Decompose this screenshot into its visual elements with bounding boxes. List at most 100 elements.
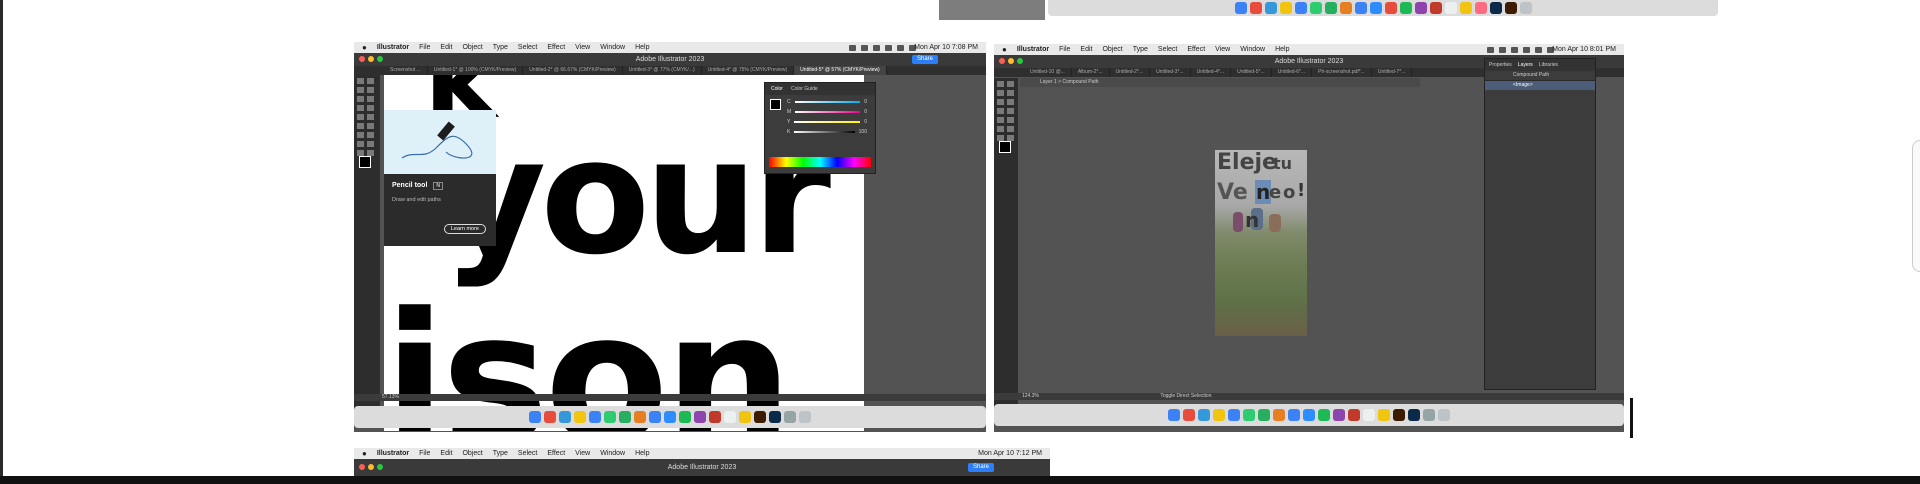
photoshop-icon[interactable] bbox=[1408, 409, 1420, 421]
apple-icon[interactable]: ● bbox=[1002, 45, 1007, 54]
tray-icon[interactable] bbox=[1511, 46, 1518, 53]
launchpad-icon[interactable] bbox=[1183, 409, 1195, 421]
line-tool-icon[interactable] bbox=[367, 96, 374, 102]
channel-value[interactable]: 0 bbox=[864, 109, 867, 115]
trash-icon[interactable] bbox=[1438, 409, 1450, 421]
doc-tab[interactable]: Album-2*... bbox=[1072, 68, 1110, 77]
finder-icon[interactable] bbox=[1234, 2, 1247, 14]
tab-properties[interactable]: Properties bbox=[1489, 62, 1512, 68]
zoom-button[interactable] bbox=[1017, 58, 1023, 64]
width-tool-icon[interactable] bbox=[357, 132, 364, 138]
zoom-level[interactable]: 124.3% bbox=[1022, 393, 1039, 399]
fill-swatch[interactable] bbox=[999, 141, 1011, 153]
apple-icon[interactable]: ● bbox=[362, 43, 367, 52]
doc-tab[interactable]: Untitled-3*... bbox=[1150, 68, 1191, 77]
learn-more-button[interactable]: Learn more bbox=[443, 224, 486, 234]
menu-object[interactable]: Object bbox=[462, 44, 482, 51]
fill-swatch[interactable] bbox=[359, 156, 371, 168]
rotate-tool-icon[interactable] bbox=[997, 126, 1004, 132]
appstore-icon[interactable] bbox=[1288, 409, 1300, 421]
rectangle-tool-icon[interactable] bbox=[357, 105, 364, 111]
scale-tool-icon[interactable] bbox=[367, 123, 374, 129]
slider-track[interactable] bbox=[795, 111, 861, 113]
menu-view[interactable]: View bbox=[1215, 46, 1230, 53]
mail-icon[interactable] bbox=[1228, 409, 1240, 421]
layer-row[interactable]: Compound Path bbox=[1485, 71, 1595, 81]
chrome-icon[interactable] bbox=[1279, 2, 1292, 14]
illustrator-icon[interactable] bbox=[754, 411, 766, 423]
pencil-tool-icon[interactable] bbox=[367, 105, 374, 111]
rectangle-tool-icon[interactable] bbox=[997, 108, 1004, 114]
menu-window[interactable]: Window bbox=[600, 44, 625, 51]
safari-icon[interactable] bbox=[559, 411, 571, 423]
breadcrumb[interactable]: Layer 1 > Compound Path bbox=[1020, 78, 1420, 87]
tray-icon[interactable] bbox=[897, 44, 904, 51]
messages-icon[interactable] bbox=[1324, 2, 1337, 14]
doc-tab[interactable]: Untitled-2*... bbox=[1110, 68, 1151, 77]
music-icon[interactable] bbox=[1474, 2, 1487, 14]
zoom-button[interactable] bbox=[377, 464, 383, 470]
illustrator-icon[interactable] bbox=[1393, 409, 1405, 421]
doc-tab[interactable]: Untitled-1* @ 100% (CMYK/Preview) bbox=[428, 66, 524, 75]
trash-icon[interactable] bbox=[1519, 2, 1532, 14]
spotify-icon[interactable] bbox=[1318, 409, 1330, 421]
launchpad-icon[interactable] bbox=[1249, 2, 1262, 14]
chrome-icon-2[interactable] bbox=[1384, 2, 1397, 14]
shape-builder-icon[interactable] bbox=[1007, 135, 1014, 141]
apple-icon[interactable]: ● bbox=[362, 449, 367, 458]
notes-icon[interactable] bbox=[1363, 409, 1375, 421]
menu-edit[interactable]: Edit bbox=[1080, 46, 1092, 53]
doc-tab[interactable]: Untitled-10 @... bbox=[994, 68, 1072, 77]
hand-tool-icon[interactable] bbox=[357, 150, 364, 156]
doc-tab[interactable]: Untitled-6*... bbox=[1272, 68, 1313, 77]
zoom-button[interactable] bbox=[377, 56, 383, 62]
selection-tool-icon[interactable] bbox=[997, 81, 1004, 87]
channel-value[interactable]: 100 bbox=[859, 129, 867, 135]
slider-track[interactable] bbox=[794, 131, 855, 133]
finder-icon[interactable] bbox=[529, 411, 541, 423]
mail-icon[interactable] bbox=[1294, 2, 1307, 14]
menu-view[interactable]: View bbox=[575, 44, 590, 51]
minimize-button[interactable] bbox=[368, 56, 374, 62]
doc-tab[interactable]: Screenshot ... bbox=[354, 66, 428, 75]
menu-type[interactable]: Type bbox=[1133, 46, 1148, 53]
appstore-icon[interactable] bbox=[1354, 2, 1367, 14]
launchpad-icon[interactable] bbox=[544, 411, 556, 423]
messages-icon[interactable] bbox=[1258, 409, 1270, 421]
menu-select[interactable]: Select bbox=[518, 44, 537, 51]
tab-color[interactable]: Color bbox=[771, 86, 783, 92]
menu-file[interactable]: File bbox=[1059, 46, 1070, 53]
curvature-tool-icon[interactable] bbox=[367, 87, 374, 93]
menu-type[interactable]: Type bbox=[493, 450, 508, 457]
tray-icon[interactable] bbox=[873, 44, 880, 51]
menu-select[interactable]: Select bbox=[1158, 46, 1177, 53]
menu-effect[interactable]: Effect bbox=[547, 450, 565, 457]
menu-help[interactable]: Help bbox=[635, 44, 649, 51]
menu-help[interactable]: Help bbox=[1275, 46, 1289, 53]
menu-view[interactable]: View bbox=[575, 450, 590, 457]
shape-builder-icon[interactable] bbox=[367, 132, 374, 138]
notes-icon[interactable] bbox=[724, 411, 736, 423]
chrome-icon[interactable] bbox=[574, 411, 586, 423]
photoshop-icon[interactable] bbox=[1489, 2, 1502, 14]
menu-file[interactable]: File bbox=[419, 450, 430, 457]
menu-effect[interactable]: Effect bbox=[1187, 46, 1205, 53]
type-tool-icon[interactable] bbox=[357, 96, 364, 102]
share-button[interactable]: Share bbox=[967, 463, 994, 472]
doc-tab[interactable]: Untitled-7*... bbox=[1372, 68, 1413, 77]
tray-icon[interactable] bbox=[1487, 46, 1494, 53]
tray-icon[interactable] bbox=[1499, 46, 1506, 53]
zoom-icon[interactable] bbox=[1303, 409, 1315, 421]
tab-color-guide[interactable]: Color Guide bbox=[791, 86, 818, 92]
downloads-icon[interactable] bbox=[1423, 409, 1435, 421]
menu-effect[interactable]: Effect bbox=[547, 44, 565, 51]
tray-icon[interactable] bbox=[849, 44, 856, 51]
pen-tool-icon[interactable] bbox=[357, 87, 364, 93]
tray-icon[interactable] bbox=[861, 44, 868, 51]
menu-window[interactable]: Window bbox=[1240, 46, 1265, 53]
spotify-icon[interactable] bbox=[679, 411, 691, 423]
curvature-tool-icon[interactable] bbox=[1007, 90, 1014, 96]
channel-value[interactable]: 0 bbox=[864, 119, 867, 125]
menu-illustrator[interactable]: Illustrator bbox=[1017, 46, 1049, 53]
stickies-icon[interactable] bbox=[739, 411, 751, 423]
